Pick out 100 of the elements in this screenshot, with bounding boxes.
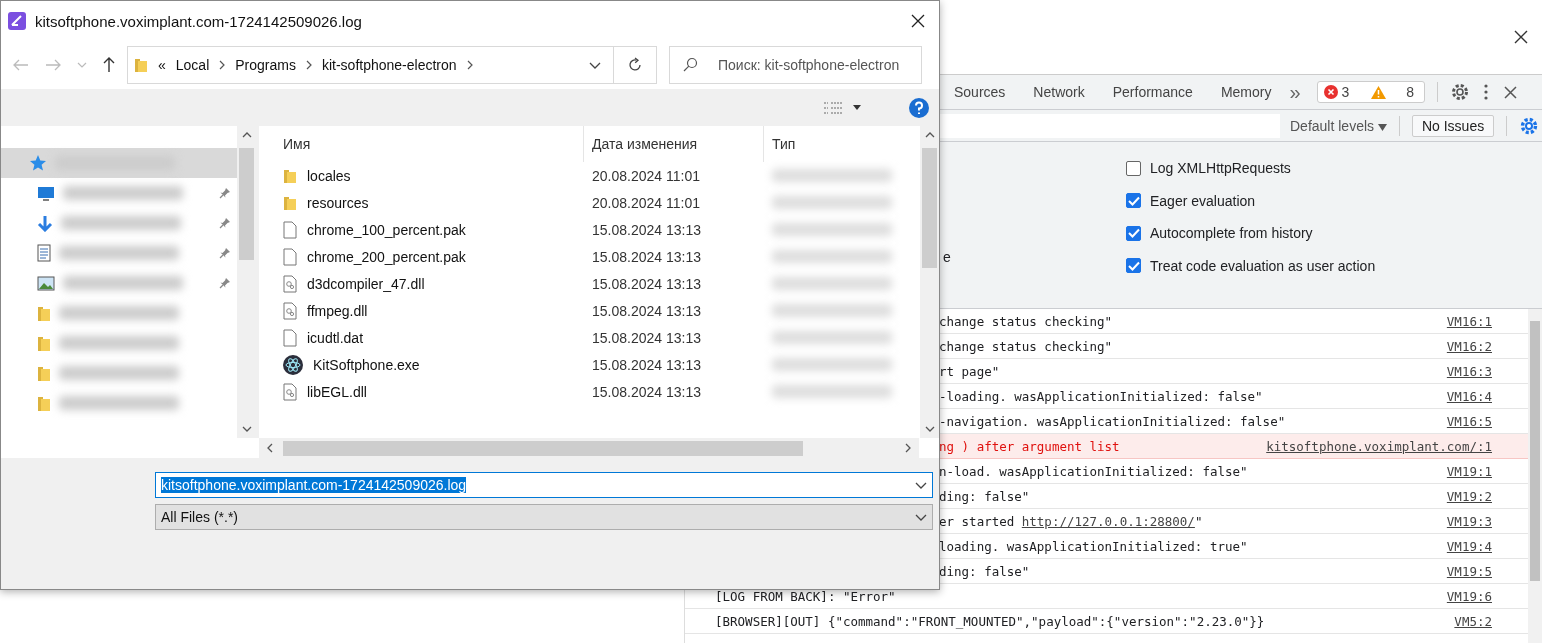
devtools-tab[interactable]: Sources [954,84,1006,100]
monitor-icon [37,185,55,201]
chevron-right-icon[interactable] [466,60,473,70]
source-link[interactable]: VM16:2 [1446,338,1492,354]
dropdown-icon[interactable] [589,61,601,69]
console-message: ding: false" [939,488,1031,504]
pin-icon [219,247,231,259]
log-levels-dropdown[interactable]: Default levels [1290,117,1387,134]
more-tabs-button[interactable]: » [1289,80,1301,104]
scroll-up-icon[interactable] [924,132,935,138]
help-icon[interactable] [909,97,929,118]
file-name[interactable]: libEGL.dll [307,383,367,400]
scrollbar-thumb[interactable] [283,440,803,456]
breadcrumb-item[interactable]: kit-softphone-electron [321,57,457,73]
file-date: 15.08.2024 13:13 [591,328,702,348]
picture-icon [37,275,55,291]
source-link[interactable]: VM19:3 [1446,513,1492,529]
chevron-right-icon[interactable] [219,60,226,70]
file-name[interactable]: ffmpeg.dll [307,302,368,319]
issues-button[interactable]: No Issues [1411,114,1495,137]
star-icon [29,154,47,172]
source-link[interactable]: VM19:5 [1446,563,1492,579]
checkbox-label: Log XMLHttpRequests [1150,160,1291,177]
pin-icon [219,277,231,289]
scroll-down-icon[interactable] [241,426,252,432]
breadcrumb-item[interactable]: Local [175,57,210,73]
scrollbar-thumb[interactable] [1530,321,1540,581]
console-message: ng ) after argument list [939,438,1121,454]
column-header[interactable]: Тип [764,126,920,162]
source-link[interactable]: VM16:1 [1446,313,1492,329]
checkbox-label: Eager evaluation [1150,192,1256,209]
file-name[interactable]: chrome_100_percent.pak [307,221,466,238]
search-field[interactable]: Поиск: kit-softphone-electron [669,46,922,84]
file-name[interactable]: resources [307,194,369,211]
console-message: -loading. wasApplicationInitialized: false" [939,388,1264,404]
source-link[interactable]: VM19:2 [1446,488,1492,504]
document-icon [37,244,51,262]
checkbox[interactable] [1126,258,1141,274]
checkbox[interactable] [1126,225,1141,241]
devtools-tab[interactable]: Network [1033,84,1085,100]
breadcrumb-item[interactable]: « [158,57,166,73]
source-link[interactable]: VM19:6 [1446,588,1492,604]
dropdown-icon[interactable] [915,513,927,521]
source-link[interactable]: VM16:5 [1446,413,1492,429]
dropdown-icon[interactable] [915,481,927,489]
address-bar[interactable]: « Local Programs kit-softphone-electron [127,46,657,84]
file-type-dropdown[interactable]: All Files (*.*) [155,504,933,530]
pin-icon [219,187,231,199]
folder-icon [37,394,51,412]
scroll-right-icon[interactable] [905,443,911,453]
column-header[interactable]: Имя [259,126,584,162]
source-link[interactable]: VM16:3 [1446,363,1492,379]
devtools-tab[interactable]: Performance [1112,84,1193,100]
file-date: 15.08.2024 13:13 [591,220,702,240]
more-options-icon[interactable] [1484,84,1489,100]
file-name[interactable]: chrome_200_percent.pak [307,248,466,265]
scroll-left-icon[interactable] [267,443,273,453]
filter-field[interactable] [940,113,1280,138]
console-message: -navigation. wasApplicationInitialized: false" [939,413,1287,429]
up-arrow-icon[interactable] [103,57,115,73]
console-link[interactable]: http://127.0.0.1:28800/ [1021,513,1195,529]
checkbox[interactable] [1126,160,1141,176]
gear-file-icon [283,301,297,320]
checkbox[interactable] [1126,193,1141,209]
devtools-tab[interactable]: Memory [1220,84,1272,100]
file-date: 20.08.2024 11:01 [591,166,701,186]
folder-icon [37,364,51,382]
file-name[interactable]: d3dcompiler_47.dll [307,275,425,292]
caret-icon[interactable] [1377,123,1387,131]
source-link[interactable]: VM19:4 [1446,538,1492,554]
setting-label: e [943,249,951,265]
download-arrow-icon [37,214,53,232]
file-name[interactable]: icudtl.dat [307,329,364,346]
close-icon[interactable] [1504,85,1518,99]
source-link[interactable]: VM19:1 [1446,463,1492,479]
console-message: er started http://127.0.0.1:28800/" [939,513,1204,529]
column-header[interactable]: Дата изменения [584,126,764,162]
issue-counter[interactable]: 3 8 [1316,81,1426,103]
scroll-up-icon[interactable] [241,132,252,138]
close-icon[interactable] [1514,30,1528,44]
scrollbar-thumb[interactable] [239,148,254,260]
refresh-icon[interactable] [627,57,643,73]
settings-icon[interactable] [1450,82,1471,102]
file-name[interactable]: KitSoftphone.exe [313,356,420,373]
source-link[interactable]: kitsoftphone.voximplant.com/:1 [1266,438,1492,454]
app-icon [7,11,27,31]
file-name-field[interactable]: kitsoftphone.voximplant.com-1724142509026.log [155,472,933,498]
file-name[interactable]: locales [307,167,351,184]
scroll-down-icon[interactable] [924,426,935,432]
console-message: change status checking" [939,313,1114,329]
settings-icon[interactable] [1519,115,1540,136]
source-link[interactable]: VM16:4 [1446,388,1492,404]
chevron-right-icon[interactable] [305,60,312,70]
close-icon[interactable] [911,14,925,28]
file-date: 20.08.2024 11:01 [591,193,701,213]
source-link[interactable]: VM5:2 [1454,613,1492,629]
atom-app-icon [283,354,303,375]
breadcrumb-item[interactable]: Programs [235,57,296,73]
scrollbar-thumb[interactable] [922,148,937,268]
console-message: ding: false" [939,563,1031,579]
